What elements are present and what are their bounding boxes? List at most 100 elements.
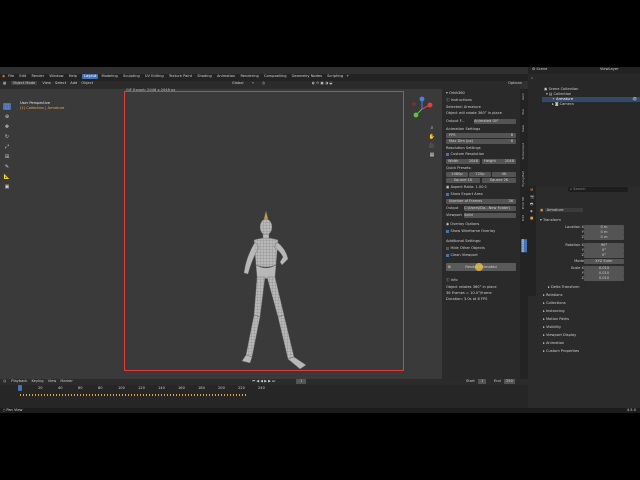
menu-add[interactable]: Add: [70, 81, 77, 85]
tab-orbit360[interactable]: Orbit360: [521, 239, 527, 253]
scale-x-field[interactable]: 0.010: [584, 266, 624, 271]
section-delta-transform[interactable]: ▸ Delta Transform: [548, 285, 580, 290]
panel-title-row[interactable]: ▾ Orbit360: [446, 91, 518, 96]
menu-render[interactable]: Render: [31, 74, 44, 79]
shading-modes[interactable]: ◐ ⊙ ▣ ◑ ◒: [312, 81, 332, 86]
navigation-gizmo[interactable]: [410, 96, 434, 122]
frames-field[interactable]: Number of Frames 36: [446, 199, 516, 204]
show-wireframe-checkbox[interactable]: Show Wireframe Overlay: [446, 229, 518, 234]
transform-header[interactable]: ▾ Transform: [540, 218, 561, 223]
tab-view[interactable]: View: [521, 125, 527, 132]
section-relations[interactable]: ▸ Relations: [543, 293, 562, 298]
max-dim-field[interactable]: Max Dim (px) 8: [446, 139, 516, 144]
object-props-icon[interactable]: ■: [530, 216, 536, 221]
tab-tool[interactable]: Tool: [521, 109, 527, 115]
tab-item[interactable]: Item: [521, 93, 527, 100]
tab-screencast[interactable]: Screencast: [521, 143, 527, 160]
scene-props-icon[interactable]: ◈: [530, 209, 536, 214]
measure-icon[interactable]: 📐: [3, 173, 11, 180]
preset-1080p-button[interactable]: 1080p: [446, 172, 468, 177]
scale-z-field[interactable]: 0.010: [584, 276, 624, 281]
location-y-field[interactable]: 0 m: [584, 230, 624, 235]
height-field[interactable]: Height 2048: [482, 159, 516, 164]
start-field[interactable]: 1: [478, 379, 487, 384]
select-box-icon[interactable]: ⬚: [3, 103, 11, 110]
output-format-select[interactable]: Animated GIF: [474, 119, 516, 124]
rotate-icon[interactable]: ↻: [3, 133, 11, 140]
transform-orientation-select[interactable]: Global: [232, 81, 243, 86]
workspace-tab-shading[interactable]: Shading: [195, 74, 214, 79]
workspace-tab-layout[interactable]: Layout: [82, 74, 99, 79]
fps-field[interactable]: FPS 8: [446, 133, 516, 138]
add-workspace-button[interactable]: +: [346, 74, 349, 78]
output-path-field[interactable]: C:\Users\Da...New Folder\: [464, 206, 516, 211]
show-export-checkbox[interactable]: Show Export Area: [446, 192, 518, 197]
menu-window[interactable]: Window: [49, 74, 63, 79]
move-icon[interactable]: ✥: [3, 123, 11, 130]
mode-select[interactable]: Object Mode: [10, 81, 38, 85]
menu-view[interactable]: View: [42, 81, 51, 85]
section-viewport-display[interactable]: ▸ Viewport Display: [543, 333, 576, 338]
workspace-tab-texture-paint[interactable]: Texture Paint: [167, 74, 194, 79]
menu-marker[interactable]: Marker: [60, 379, 72, 383]
workspace-tab-geometry-nodes[interactable]: Geometry Nodes: [290, 74, 324, 79]
properties-search-input[interactable]: ⌕ Search: [568, 187, 628, 192]
options-menu[interactable]: Options: [508, 81, 522, 86]
location-z-field[interactable]: 0 m: [584, 235, 624, 240]
scale-icon[interactable]: ⤢: [3, 143, 11, 150]
section-visibility[interactable]: ▸ Visibility: [543, 325, 561, 330]
playhead[interactable]: [18, 385, 22, 391]
tab-edit[interactable]: Edit: [521, 215, 527, 221]
blender-menu-icon[interactable]: ◉: [2, 74, 7, 79]
tool-props-icon[interactable]: ⚒: [530, 188, 536, 193]
menu-timeline-view[interactable]: View: [48, 379, 57, 383]
menu-select[interactable]: Select: [55, 81, 66, 85]
workspace-tab-rendering[interactable]: Rendering: [238, 74, 260, 79]
transform-icon[interactable]: ⊞: [3, 153, 11, 160]
preset-720p-button[interactable]: 720p: [469, 172, 491, 177]
perspective-toggle-icon[interactable]: ▦: [429, 152, 435, 158]
workspace-tab-sculpting[interactable]: Sculpting: [121, 74, 142, 79]
timeline-ruler[interactable]: 0 20 40 60 80 100 120 140 160 180 200 22…: [0, 386, 528, 392]
camera-view-icon[interactable]: 🎥: [429, 143, 435, 149]
outliner-row-camera[interactable]: ▸ ◙ Camera: [552, 102, 574, 107]
output-props-icon[interactable]: 🖶: [530, 202, 536, 207]
tab-flying-ball[interactable]: Flying Ball: [521, 171, 527, 187]
rotation-mode-select[interactable]: XYZ Euler: [584, 259, 624, 264]
custom-resolution-checkbox[interactable]: Custom Resolution: [446, 152, 518, 157]
section-custom-properties[interactable]: ▸ Custom Properties: [543, 349, 579, 354]
zoom-icon[interactable]: ⌕: [429, 125, 435, 131]
object-name-field[interactable]: Armature: [544, 208, 584, 212]
width-field[interactable]: Width 2048: [446, 159, 480, 164]
menu-edit[interactable]: Edit: [19, 74, 26, 79]
tab-print-3d[interactable]: Print 3D: [521, 197, 527, 209]
rotation-z-field[interactable]: 0°: [584, 253, 624, 258]
render-props-icon[interactable]: 📷: [530, 195, 536, 200]
rotation-x-field[interactable]: 90°: [584, 243, 624, 248]
outliner-search-icon[interactable]: ⌕: [531, 76, 533, 81]
end-field[interactable]: 250: [504, 379, 515, 384]
visibility-eye-icon[interactable]: 👁: [632, 97, 637, 102]
preset-4k-button[interactable]: 4K: [492, 172, 516, 177]
cursor-icon[interactable]: ⊕: [3, 113, 11, 120]
hide-other-checkbox[interactable]: Hide Other Objects: [446, 246, 518, 251]
workspace-tab-scripting[interactable]: Scripting: [325, 74, 345, 79]
section-motion-paths[interactable]: ▸ Motion Paths: [543, 317, 569, 322]
menu-keying[interactable]: Keying: [32, 379, 44, 383]
workspace-tab-modeling[interactable]: Modeling: [99, 74, 119, 79]
playback-controls[interactable]: ⏮ ◀ ◀ ▶ ▶ ⏭: [252, 379, 275, 384]
current-frame-field[interactable]: 1: [296, 379, 307, 384]
scale-y-field[interactable]: 0.010: [584, 271, 624, 276]
menu-object[interactable]: Object: [81, 81, 93, 85]
workspace-tab-animation[interactable]: Animation: [215, 74, 237, 79]
section-animation[interactable]: ▸ Animation: [543, 341, 564, 346]
section-instancing[interactable]: ▸ Instancing: [543, 309, 565, 314]
add-cube-icon[interactable]: ▣: [3, 183, 11, 190]
preset-square-2k-button[interactable]: Square 2K: [482, 178, 516, 183]
armature-character-mesh[interactable]: [230, 207, 310, 387]
scene-selector[interactable]: Scene: [536, 67, 547, 71]
workspace-tab-compositing[interactable]: Compositing: [262, 74, 289, 79]
view-layer-selector[interactable]: ViewLayer: [600, 67, 619, 72]
3d-viewport[interactable]: User Perspective (1) Collection | Armatu…: [0, 88, 442, 386]
annotate-icon[interactable]: ✎: [3, 163, 11, 170]
